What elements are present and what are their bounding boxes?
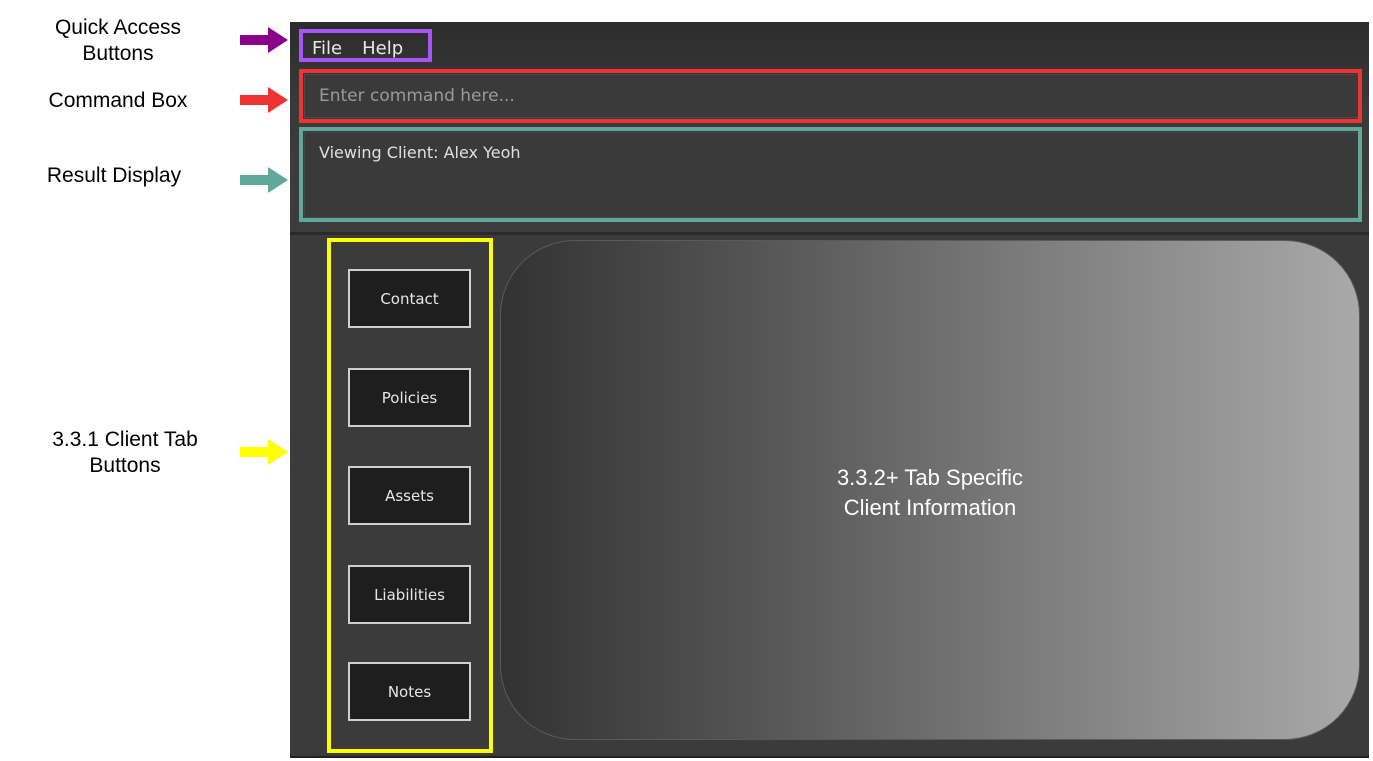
app-window: File Help Viewing Client: Alex Yeoh Cont… (290, 22, 1369, 758)
tab-liabilities-button[interactable]: Liabilities (348, 565, 471, 624)
tab-label: Policies (381, 388, 438, 407)
result-display-arrow-icon (240, 167, 288, 193)
tab-label: Contact (380, 289, 439, 308)
tab-contact-button[interactable]: Contact (348, 269, 471, 328)
tab-assets-button[interactable]: Assets (348, 466, 471, 525)
client-tabs-arrow-icon (240, 439, 288, 465)
command-box-arrow-icon (240, 87, 288, 113)
annotation-command-box-label: Command Box (48, 89, 188, 112)
quick-access-arrow-icon (240, 27, 288, 53)
result-text: Viewing Client: Alex Yeoh (319, 143, 521, 162)
client-info-placeholder-text: 3.3.2+ Tab Specific Client Information (836, 465, 1024, 520)
result-display: Viewing Client: Alex Yeoh (304, 132, 1359, 218)
tab-label: Assets (385, 486, 434, 505)
tab-label: Notes (387, 682, 432, 701)
annotation-quick-access-label: Quick Access Buttons (54, 16, 182, 65)
section-divider (290, 232, 1369, 235)
tab-policies-button[interactable]: Policies (348, 368, 471, 427)
tab-notes-button[interactable]: Notes (348, 662, 471, 721)
command-input[interactable] (304, 74, 1359, 118)
client-info-panel: 3.3.2+ Tab Specific Client Information (500, 240, 1360, 740)
menu-file[interactable]: File (312, 38, 342, 59)
annotation-client-tabs-label: 3.3.1 Client Tab Buttons (52, 428, 198, 477)
tab-label: Liabilities (374, 585, 445, 604)
menu-bar: File Help (290, 34, 403, 62)
annotation-result-display-label: Result Display (46, 164, 182, 187)
menu-help[interactable]: Help (362, 38, 403, 59)
